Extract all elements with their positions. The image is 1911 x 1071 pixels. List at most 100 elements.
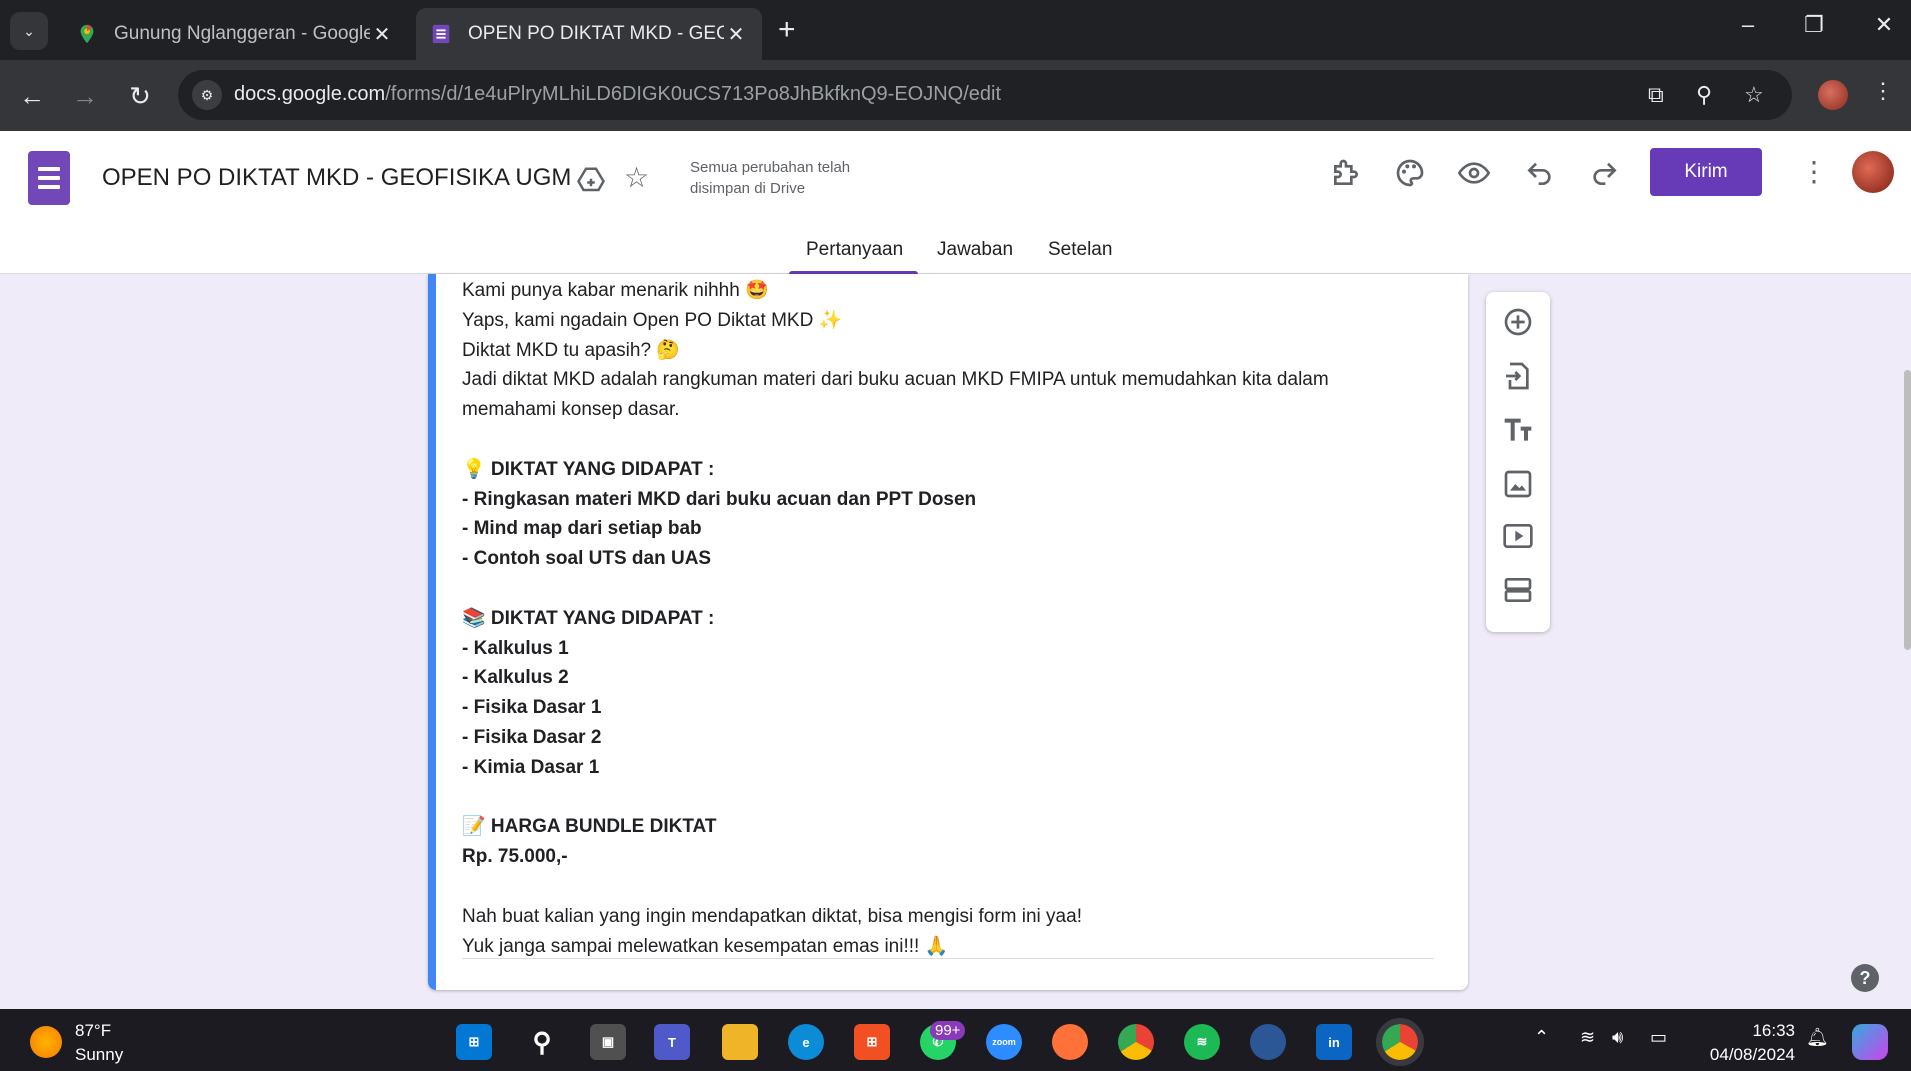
show-hidden-icons[interactable]: ⌃ bbox=[1534, 1027, 1549, 1048]
clock[interactable]: 16:33 04/08/2024 bbox=[1700, 1019, 1795, 1067]
forward-button[interactable]: → bbox=[67, 78, 103, 114]
weather-widget[interactable]: 87°F Sunny bbox=[75, 1019, 123, 1067]
question-toolbar bbox=[1486, 292, 1550, 632]
form-title[interactable]: OPEN PO DIKTAT MKD - GEOFISIKA UGM bbox=[102, 164, 571, 192]
edge-icon[interactable]: e bbox=[788, 1024, 824, 1060]
description-line: memahami konsep dasar. bbox=[462, 399, 680, 421]
copilot-icon[interactable] bbox=[1852, 1024, 1888, 1060]
restore-button[interactable]: ❐ bbox=[1794, 12, 1834, 38]
description-line: - Ringkasan materi MKD dari buku acuan d… bbox=[462, 488, 977, 510]
description-line: - Fisika Dasar 2 bbox=[462, 726, 602, 748]
bookmark-star-icon[interactable]: ☆ bbox=[1744, 82, 1764, 108]
battery-icon[interactable]: ▭ bbox=[1650, 1027, 1667, 1048]
tab-setelan[interactable]: Setelan bbox=[1048, 239, 1112, 261]
add-section-icon[interactable] bbox=[1502, 574, 1534, 606]
description-line: - Fisika Dasar 1 bbox=[462, 697, 602, 719]
form-description[interactable]: Kami punya kabar menarik nihhh 🤩 Yaps, ka… bbox=[462, 276, 1422, 961]
linkedin-icon[interactable]: in bbox=[1316, 1024, 1352, 1060]
notification-bell-icon[interactable]: 🔔︎ bbox=[1806, 1027, 1829, 1048]
tab-maps[interactable]: Gunung Nglanggeran - Google ✕ bbox=[62, 8, 408, 60]
whatsapp-notification-badge: 99+ bbox=[930, 1021, 966, 1040]
description-line: Yaps, kami ngadain Open PO Diktat MKD ✨ bbox=[462, 309, 843, 331]
close-window-button[interactable]: ✕ bbox=[1864, 12, 1904, 38]
browser-toolbar: ← → ↻ ⚙ docs.google.com/forms/d/1e4uPlry… bbox=[0, 60, 1911, 131]
description-line: - Contoh soal UTS dan UAS bbox=[462, 548, 712, 570]
chrome-menu-icon[interactable]: ⋮ bbox=[1872, 78, 1894, 104]
google-forms-icon bbox=[432, 24, 450, 44]
url-text[interactable]: docs.google.com/forms/d/1e4uPlryMLhiLD6D… bbox=[234, 83, 1001, 106]
tab-forms[interactable]: OPEN PO DIKTAT MKD - GEOFIS ✕ bbox=[416, 8, 762, 60]
description-line bbox=[462, 872, 1422, 902]
windows-taskbar: 87°F Sunny ⊞ ⚲ ▣ T e ⊞ ✆ 99+ zoom ≋ in ⌃ … bbox=[0, 1009, 1911, 1071]
zoom-icon[interactable]: ⚲ bbox=[1696, 82, 1712, 108]
browser-tab-strip: ⌄ Gunung Nglanggeran - Google ✕ OPEN PO … bbox=[0, 0, 1911, 60]
tab-jawaban[interactable]: Jawaban bbox=[937, 239, 1013, 261]
description-line: Jadi diktat MKD adalah rangkuman materi … bbox=[462, 369, 1329, 391]
microsoft-store-icon[interactable]: ⊞ bbox=[854, 1024, 890, 1060]
description-line: Nah buat kalian yang ingin mendapatkan d… bbox=[462, 905, 1082, 927]
import-questions-icon[interactable] bbox=[1502, 360, 1534, 392]
description-line: 📚 DIKTAT YANG DIDAPAT : bbox=[462, 607, 715, 629]
help-button[interactable]: ? bbox=[1851, 964, 1879, 992]
chrome-profile-icon[interactable] bbox=[1376, 1018, 1424, 1066]
redo-icon[interactable] bbox=[1588, 157, 1620, 189]
chrome-icon[interactable] bbox=[1118, 1024, 1154, 1060]
start-menu-icon[interactable]: ⊞ bbox=[456, 1024, 492, 1060]
form-description-card[interactable]: Kami punya kabar menarik nihhh 🤩 Yaps, ka… bbox=[428, 274, 1468, 990]
tab-title: Gunung Nglanggeran - Google bbox=[114, 23, 370, 44]
add-image-icon[interactable] bbox=[1502, 468, 1534, 500]
description-line: - Kimia Dasar 1 bbox=[462, 756, 600, 778]
description-line: Yuk janga sampai melewatkan kesempatan e… bbox=[462, 935, 949, 957]
google-maps-icon bbox=[80, 24, 94, 44]
add-video-icon[interactable] bbox=[1502, 520, 1534, 552]
page-scrollbar[interactable] bbox=[1904, 370, 1911, 650]
task-view-icon[interactable]: ▣ bbox=[590, 1024, 626, 1060]
add-ons-icon[interactable] bbox=[1330, 157, 1362, 189]
translate-icon[interactable]: ⧉ bbox=[1648, 82, 1664, 108]
description-line bbox=[462, 425, 1422, 455]
tab-search-button[interactable]: ⌄ bbox=[10, 12, 48, 50]
description-line: 💡 DIKTAT YANG DIDAPAT : bbox=[462, 458, 715, 480]
close-tab-icon[interactable]: ✕ bbox=[370, 22, 394, 47]
new-tab-button[interactable]: + bbox=[778, 14, 796, 46]
sun-icon[interactable] bbox=[30, 1026, 62, 1058]
file-explorer-icon[interactable] bbox=[722, 1024, 758, 1060]
tab-pertanyaan[interactable]: Pertanyaan bbox=[806, 239, 903, 261]
send-button[interactable]: Kirim bbox=[1650, 148, 1762, 196]
description-line bbox=[462, 783, 1422, 813]
tab-title: OPEN PO DIKTAT MKD - GEOFIS bbox=[468, 23, 724, 44]
account-avatar[interactable] bbox=[1852, 151, 1894, 193]
browser-profile-avatar[interactable] bbox=[1818, 80, 1848, 110]
star-icon[interactable]: ☆ bbox=[624, 161, 649, 194]
site-info-icon[interactable]: ⚙ bbox=[192, 80, 222, 110]
description-underline bbox=[462, 958, 1434, 959]
add-question-icon[interactable] bbox=[1502, 306, 1534, 338]
description-line: - Kalkulus 2 bbox=[462, 667, 569, 689]
description-line: 📝 HARGA BUNDLE DIKTAT bbox=[462, 816, 717, 838]
address-bar[interactable]: ⚙ docs.google.com/forms/d/1e4uPlryMLhiLD… bbox=[178, 70, 1792, 120]
description-line: - Mind map dari setiap bab bbox=[462, 518, 702, 540]
reload-button[interactable]: ↻ bbox=[122, 78, 158, 114]
save-status: Semua perubahan telah disimpan di Drive bbox=[690, 159, 851, 197]
description-line bbox=[462, 574, 1422, 604]
volume-icon[interactable]: 🔊︎ bbox=[1612, 1027, 1623, 1048]
more-options-icon[interactable]: ⋮ bbox=[1800, 155, 1828, 188]
card-focus-accent bbox=[428, 274, 436, 990]
undo-icon[interactable] bbox=[1524, 157, 1556, 189]
close-tab-icon[interactable]: ✕ bbox=[724, 22, 748, 47]
wifi-icon[interactable]: ≋ bbox=[1580, 1027, 1595, 1048]
back-button[interactable]: ← bbox=[14, 78, 50, 114]
spotify-icon[interactable]: ≋ bbox=[1184, 1024, 1220, 1060]
search-icon[interactable]: ⚲ bbox=[524, 1024, 560, 1060]
customize-theme-icon[interactable] bbox=[1394, 157, 1426, 189]
minimize-button[interactable]: – bbox=[1728, 12, 1768, 38]
teams-icon[interactable]: T bbox=[654, 1024, 690, 1060]
preview-eye-icon[interactable] bbox=[1458, 157, 1490, 189]
firefox-icon[interactable] bbox=[1052, 1024, 1088, 1060]
app-icon[interactable] bbox=[1250, 1024, 1286, 1060]
zoom-icon[interactable]: zoom bbox=[986, 1024, 1022, 1060]
google-forms-logo[interactable] bbox=[28, 151, 70, 205]
move-to-folder-icon[interactable] bbox=[576, 165, 606, 195]
forms-header: OPEN PO DIKTAT MKD - GEOFISIKA UGM ☆ Sem… bbox=[0, 131, 1911, 274]
add-title-icon[interactable] bbox=[1502, 414, 1534, 446]
